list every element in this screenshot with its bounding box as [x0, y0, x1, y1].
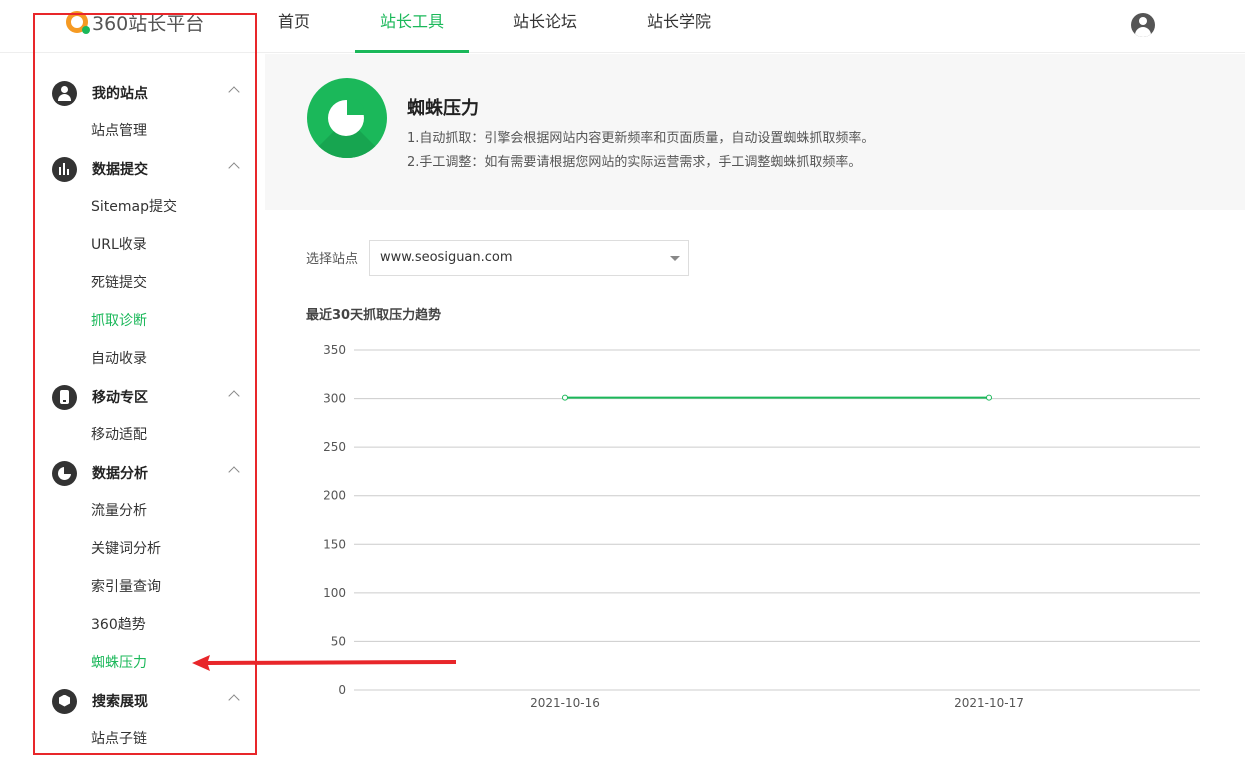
y-tick-label: 200 — [323, 489, 346, 503]
sidebar-group-label: 搜索展现 — [92, 694, 148, 710]
sidebar-item-auto-index[interactable]: 自动收录 — [91, 349, 147, 369]
site-select-value: www.seosiguan.com — [380, 250, 513, 265]
bar-chart-icon — [52, 156, 77, 182]
chevron-up-icon — [228, 86, 240, 98]
logo-mark-icon — [66, 11, 90, 34]
nav-academy[interactable]: 站长学院 — [635, 0, 723, 53]
y-tick-label: 150 — [323, 537, 346, 551]
site-select[interactable]: www.seosiguan.com — [369, 240, 689, 276]
sidebar-group-label: 移动专区 — [92, 390, 148, 406]
nav-webmaster-tools[interactable]: 站长工具 — [355, 0, 469, 53]
chart-title: 最近30天抓取压力趋势 — [306, 308, 442, 323]
y-tick-label: 250 — [323, 440, 346, 454]
y-tick-label: 0 — [338, 683, 346, 697]
chevron-up-icon — [228, 390, 240, 402]
sidebar-group-label: 数据提交 — [92, 162, 148, 178]
chevron-up-icon — [228, 466, 240, 478]
y-tick-label: 50 — [331, 634, 346, 648]
sidebar-group-label: 我的站点 — [92, 86, 148, 102]
page-title: 蜘蛛压力 — [407, 98, 479, 119]
sidebar-group-search-display[interactable]: 搜索展现 — [52, 688, 242, 714]
x-tick-label: 2021-10-17 — [954, 696, 1024, 710]
nav-home[interactable]: 首页 — [268, 0, 320, 53]
sidebar-group-data-analysis[interactable]: 数据分析 — [52, 460, 242, 486]
chevron-up-icon — [228, 694, 240, 706]
top-navbar: 360站长平台 首页 站长工具 站长论坛 站长学院 — [0, 0, 1245, 53]
sidebar-group-label: 数据分析 — [92, 466, 148, 482]
sidebar-item-mobile-adapt[interactable]: 移动适配 — [91, 425, 147, 445]
phone-icon — [52, 384, 77, 410]
banner-desc-auto: 1.自动抓取：引擎会根据网站内容更新频率和页面质量，自动设置蜘蛛抓取频率。 — [407, 131, 875, 146]
data-point[interactable] — [986, 394, 992, 401]
pie-chart-icon — [52, 460, 77, 486]
user-avatar-icon[interactable] — [1131, 13, 1155, 37]
y-tick-label: 300 — [323, 392, 346, 406]
sidebar-item-sitelinks[interactable]: 站点子链 — [91, 729, 147, 749]
data-point[interactable] — [562, 394, 568, 401]
sidebar-item-spider-pressure[interactable]: 蜘蛛压力 — [91, 653, 147, 673]
nav-forum[interactable]: 站长论坛 — [501, 0, 589, 53]
annotation-arrow-shape — [192, 655, 456, 671]
pie-chart-icon — [307, 78, 387, 158]
x-tick-label: 2021-10-16 — [530, 696, 600, 710]
sidebar-item-traffic[interactable]: 流量分析 — [91, 501, 147, 521]
sidebar-item-index-query[interactable]: 索引量查询 — [91, 577, 161, 597]
cube-icon — [52, 688, 77, 714]
site-select-label: 选择站点 — [306, 252, 359, 267]
chevron-up-icon — [228, 162, 240, 174]
sidebar-item-360-trend[interactable]: 360趋势 — [91, 615, 146, 635]
tool-banner: 蜘蛛压力 1.自动抓取：引擎会根据网站内容更新频率和页面质量，自动设置蜘蛛抓取频… — [265, 54, 1245, 210]
sidebar-item-site-manage[interactable]: 站点管理 — [91, 121, 147, 141]
sidebar-item-crawl-diagnose[interactable]: 抓取诊断 — [91, 311, 147, 331]
sidebar-group-data-submit[interactable]: 数据提交 — [52, 156, 242, 182]
banner-desc-manual: 2.手工调整：如有需要请根据您网站的实际运营需求，手工调整蜘蛛抓取频率。 — [407, 155, 862, 170]
sidebar-item-sitemap[interactable]: Sitemap提交 — [91, 197, 177, 217]
site-logo[interactable]: 360站长平台 — [66, 9, 204, 35]
sidebar-group-mobile[interactable]: 移动专区 — [52, 384, 242, 410]
sidebar-group-my-sites[interactable]: 我的站点 — [52, 80, 242, 106]
user-icon — [52, 80, 77, 106]
sidebar-item-deadlink[interactable]: 死链提交 — [91, 273, 147, 293]
caret-down-icon — [670, 256, 680, 261]
sidebar-item-keyword[interactable]: 关键词分析 — [91, 539, 161, 559]
sidebar-item-url-index[interactable]: URL收录 — [91, 235, 147, 255]
y-tick-label: 100 — [323, 586, 346, 600]
logo-text: 360站长平台 — [92, 12, 205, 35]
y-tick-label: 350 — [323, 343, 346, 357]
annotation-arrow — [192, 655, 456, 671]
